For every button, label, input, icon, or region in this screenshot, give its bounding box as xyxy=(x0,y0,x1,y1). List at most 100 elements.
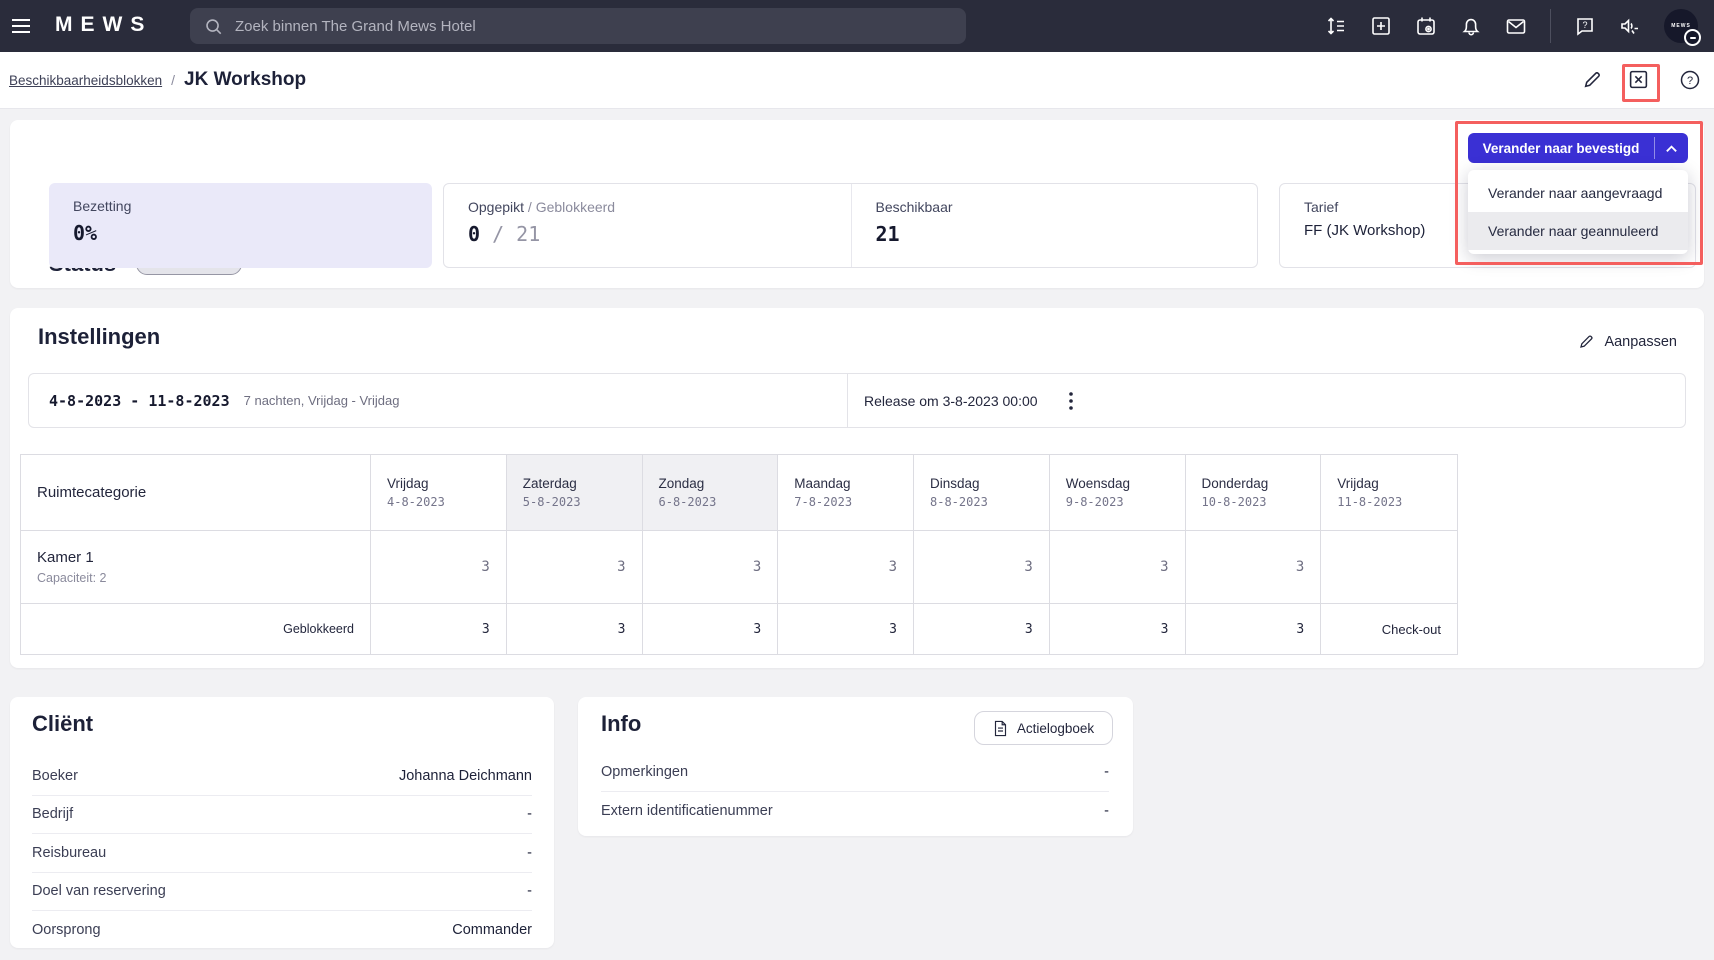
day-header: Woensdag 9-8-2023 xyxy=(1050,455,1186,531)
day-header: Vrijdag11-8-2023 xyxy=(1321,455,1457,531)
navbar-divider xyxy=(1550,9,1551,43)
client-label: Reisbureau xyxy=(32,845,106,861)
announcements-megaphone-icon[interactable] xyxy=(1619,15,1641,37)
blocked-count-cell: 3 xyxy=(507,604,643,654)
client-row: Bedrijf - xyxy=(32,796,532,835)
search-input[interactable] xyxy=(233,17,952,36)
day-name: Maandag xyxy=(794,476,897,491)
blocked-value: / 21 xyxy=(480,222,540,246)
info-label: Opmerkingen xyxy=(601,764,688,780)
breadcrumb-bar: Beschikbaarheidsblokken / JK Workshop ? xyxy=(0,52,1714,109)
user-avatar[interactable]: MEWS xyxy=(1664,9,1698,43)
add-reservation-icon[interactable] xyxy=(1370,15,1392,37)
edit-settings-label: Aanpassen xyxy=(1604,334,1677,350)
client-value: - xyxy=(527,845,532,861)
blocked-count-cell: 3 xyxy=(778,604,914,654)
kebab-menu-icon[interactable] xyxy=(1060,390,1082,412)
picked-blocked-cell: Opgepikt / Geblokkeerd 0 / 21 xyxy=(444,184,851,267)
date-range: 4-8-2023 - 11-8-2023 xyxy=(49,392,230,410)
blocked-row-label: Geblokkeerd xyxy=(21,604,371,654)
page-title: JK Workshop xyxy=(184,69,306,91)
day-date: 7-8-2023 xyxy=(794,495,897,509)
day-name: Dinsdag xyxy=(930,476,1033,491)
room-row-header: Kamer 1 Capaciteit: 2 xyxy=(21,531,371,604)
date-release-bar: 4-8-2023 - 11-8-2023 7 nachten, Vrijdag … xyxy=(28,373,1686,428)
info-value: - xyxy=(1104,764,1109,780)
pencil-icon xyxy=(1578,333,1595,350)
search-icon xyxy=(204,17,223,36)
change-status-split-button: Verander naar bevestigd xyxy=(1468,133,1688,163)
edit-pencil-icon[interactable] xyxy=(1582,69,1603,90)
day-header: Dinsdag8-8-2023 xyxy=(914,455,1050,531)
room-name: Kamer 1 xyxy=(37,549,354,566)
room-availability-cell xyxy=(1321,531,1457,604)
day-date: 9-8-2023 xyxy=(1066,495,1169,509)
status-menu-item[interactable]: Verander naar geannuleerd xyxy=(1468,212,1688,250)
client-row: Oorsprong Commander xyxy=(32,911,532,949)
day-header: Maandag 7-8-2023 xyxy=(778,455,914,531)
day-date: 10-8-2023 xyxy=(1202,495,1305,509)
room-availability-cell: 3 xyxy=(1186,531,1322,604)
messages-envelope-icon[interactable] xyxy=(1505,15,1527,37)
delete-x-square-icon[interactable] xyxy=(1628,69,1649,90)
release-block: Release om 3-8-2023 00:00 xyxy=(848,374,1082,427)
release-text: Release om 3-8-2023 00:00 xyxy=(864,393,1038,409)
status-menu-item[interactable]: Verander naar aangevraagd xyxy=(1468,174,1688,212)
status-section: Status OPTIONEEL Bezetting 0% Opgepikt /… xyxy=(10,120,1704,288)
breadcrumb-parent-link[interactable]: Beschikbaarheidsblokken xyxy=(9,73,162,88)
occupancy-value: 0% xyxy=(73,221,408,245)
room-availability-cell: 3 xyxy=(507,531,643,604)
client-row: Doel van reservering- xyxy=(32,873,532,912)
day-date: 4-8-2023 xyxy=(387,495,490,509)
room-capacity: Capaciteit: 2 xyxy=(37,571,354,585)
global-search[interactable] xyxy=(190,8,966,44)
client-value: - xyxy=(527,806,532,822)
document-icon xyxy=(993,720,1008,737)
change-to-confirmed-button[interactable]: Verander naar bevestigd xyxy=(1468,133,1654,163)
hamburger-menu-icon[interactable] xyxy=(10,15,32,37)
client-row: BoekerJohanna Deichmann xyxy=(32,757,532,796)
day-name: Donderdag xyxy=(1202,476,1305,491)
client-section: Cliënt BoekerJohanna DeichmannBedrijf-Re… xyxy=(10,697,554,948)
picked-value: 0 xyxy=(468,222,480,246)
client-row: Reisbureau - xyxy=(32,834,532,873)
available-cell: Beschikbaar 21 xyxy=(851,184,1258,267)
notifications-bell-icon[interactable] xyxy=(1460,15,1482,37)
date-note: 7 nachten, Vrijdag - Vrijdag xyxy=(244,393,400,408)
info-row: Extern identificatienummer- xyxy=(601,792,1109,830)
action-log-button[interactable]: Actielogboek xyxy=(974,711,1113,745)
info-rows: Opmerkingen - Extern identificatienummer- xyxy=(601,753,1109,830)
edit-settings-button[interactable]: Aanpassen xyxy=(1578,333,1677,350)
client-value: Johanna Deichmann xyxy=(399,768,532,784)
client-label: Bedrijf xyxy=(32,806,73,822)
room-availability-cell: 3 xyxy=(914,531,1050,604)
day-header: Zondag6-8-2023 xyxy=(643,455,779,531)
action-log-label: Actielogboek xyxy=(1017,721,1094,736)
sort-list-icon[interactable] xyxy=(1325,15,1347,37)
blocked-count-cell: 3 xyxy=(643,604,779,654)
client-label: Doel van reservering xyxy=(32,883,166,899)
day-name: Vrijdag xyxy=(387,476,490,491)
blocked-count-cell: 3 xyxy=(1050,604,1186,654)
breadcrumb: Beschikbaarheidsblokken / JK Workshop xyxy=(9,52,306,108)
navbar-actions: ? MEWS xyxy=(1325,0,1698,52)
client-value: Commander xyxy=(452,922,532,938)
day-name: Woensdag xyxy=(1066,476,1169,491)
occupancy-label: Bezetting xyxy=(73,198,408,214)
info-label: Extern identificatienummer xyxy=(601,803,773,819)
pickup-availability-tile: Opgepikt / Geblokkeerd 0 / 21 Beschikbaa… xyxy=(443,183,1258,268)
dropdown-toggle[interactable] xyxy=(1655,133,1688,163)
status-dropdown-menu: Verander naar aangevraagdVerander naar g… xyxy=(1468,170,1688,254)
help-chat-icon[interactable]: ? xyxy=(1574,15,1596,37)
available-label: Beschikbaar xyxy=(876,199,1234,215)
blocked-count-cell: 3 xyxy=(914,604,1050,654)
day-header: Zaterdag5-8-2023 xyxy=(507,455,643,531)
day-name: Zaterdag xyxy=(523,476,626,491)
calendar-view-icon[interactable] xyxy=(1415,15,1437,37)
info-row: Opmerkingen - xyxy=(601,753,1109,792)
info-section: Info Actielogboek Opmerkingen-Extern ide… xyxy=(578,697,1133,836)
client-label: Oorsprong xyxy=(32,922,101,938)
mews-logo[interactable]: MEWS xyxy=(55,13,152,37)
help-circle-icon[interactable]: ? xyxy=(1679,69,1701,91)
avatar-status-badge xyxy=(1684,29,1701,46)
